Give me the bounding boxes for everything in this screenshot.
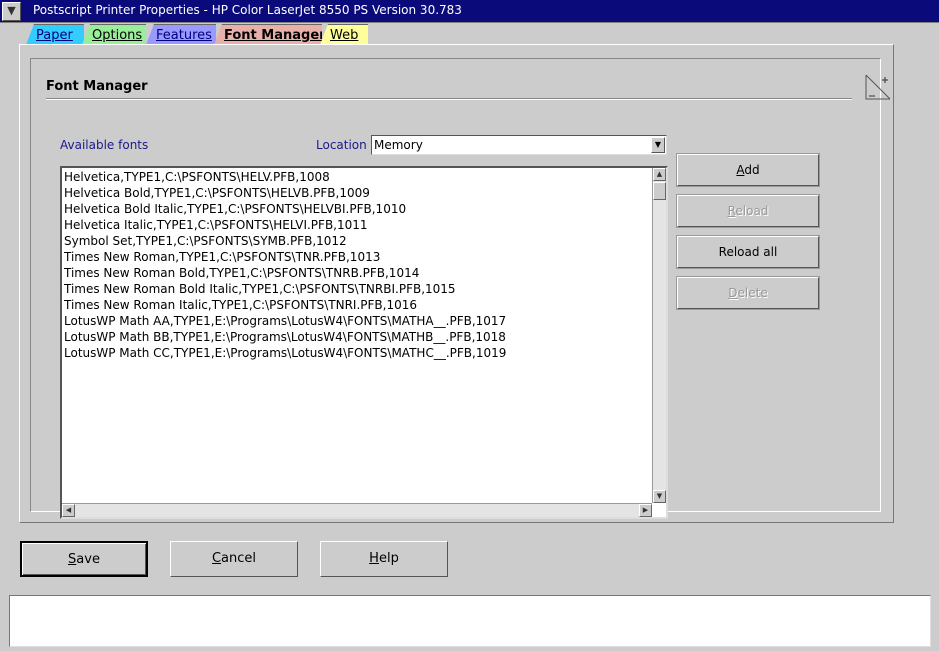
heading-divider xyxy=(46,98,852,100)
panel-heading: Font Manager xyxy=(46,79,148,94)
status-area xyxy=(9,595,931,647)
scroll-right-icon[interactable]: ▶ xyxy=(639,504,652,517)
cancel-button[interactable]: Cancel xyxy=(170,541,298,577)
page-corner-icon[interactable] xyxy=(865,74,891,100)
window-title: Postscript Printer Properties - HP Color… xyxy=(33,3,462,17)
tab-features[interactable]: Features xyxy=(146,24,216,45)
list-item[interactable]: Times New Roman Bold,TYPE1,C:\PSFONTS\TN… xyxy=(64,265,650,281)
tab-options[interactable]: Options xyxy=(82,24,146,45)
tab-web[interactable]: Web xyxy=(320,24,368,45)
save-button[interactable]: Save xyxy=(20,541,148,577)
fonts-listbox[interactable]: Helvetica,TYPE1,C:\PSFONTS\HELV.PFB,1008… xyxy=(60,166,668,519)
list-item[interactable]: Helvetica Italic,TYPE1,C:\PSFONTS\HELVI.… xyxy=(64,217,650,233)
chevron-down-icon[interactable]: ▼ xyxy=(651,137,665,153)
font-manager-panel: Font Manager Available fonts Location Me… xyxy=(30,58,891,519)
location-label: Location xyxy=(316,138,367,152)
list-item[interactable]: Symbol Set,TYPE1,C:\PSFONTS\SYMB.PFB,101… xyxy=(64,233,650,249)
list-item[interactable]: LotusWP Math AA,TYPE1,E:\Programs\LotusW… xyxy=(64,313,650,329)
list-item[interactable]: Helvetica Bold,TYPE1,C:\PSFONTS\HELVB.PF… xyxy=(64,185,650,201)
scroll-down-icon[interactable]: ▼ xyxy=(653,490,666,503)
add-button[interactable]: Add xyxy=(676,153,820,187)
tab-font-manager[interactable]: Font Manager xyxy=(214,24,322,45)
scroll-up-icon[interactable]: ▲ xyxy=(653,168,666,181)
list-item[interactable]: LotusWP Math CC,TYPE1,E:\Programs\LotusW… xyxy=(64,345,650,361)
system-menu-icon[interactable]: ▼ xyxy=(2,2,21,21)
list-item[interactable]: Helvetica,TYPE1,C:\PSFONTS\HELV.PFB,1008 xyxy=(64,169,650,185)
delete-button[interactable]: Delete xyxy=(676,276,820,310)
scroll-left-icon[interactable]: ◀ xyxy=(62,504,75,517)
tab-paper[interactable]: Paper xyxy=(26,24,84,45)
horizontal-scrollbar[interactable]: ◀ ▶ xyxy=(62,503,652,517)
list-item[interactable]: Helvetica Bold Italic,TYPE1,C:\PSFONTS\H… xyxy=(64,201,650,217)
list-item[interactable]: LotusWP Math BB,TYPE1,E:\Programs\LotusW… xyxy=(64,329,650,345)
list-item[interactable]: Times New Roman Italic,TYPE1,C:\PSFONTS\… xyxy=(64,297,650,313)
location-dropdown[interactable]: Memory ▼ xyxy=(371,135,667,155)
help-button[interactable]: Help xyxy=(320,541,448,577)
title-bar: ▼ Postscript Printer Properties - HP Col… xyxy=(0,0,939,23)
location-value: Memory xyxy=(374,138,423,152)
list-item[interactable]: Times New Roman,TYPE1,C:\PSFONTS\TNR.PFB… xyxy=(64,249,650,265)
reload-button[interactable]: Reload xyxy=(676,194,820,228)
available-fonts-label: Available fonts xyxy=(60,138,149,152)
vertical-scroll-thumb[interactable] xyxy=(653,182,666,200)
reload-all-button[interactable]: Reload all xyxy=(676,235,820,269)
list-item[interactable]: Times New Roman Bold Italic,TYPE1,C:\PSF… xyxy=(64,281,650,297)
notebook-page: Font Manager Available fonts Location Me… xyxy=(19,44,894,523)
fonts-list: Helvetica,TYPE1,C:\PSFONTS\HELV.PFB,1008… xyxy=(64,169,650,361)
vertical-scrollbar[interactable]: ▲ ▼ xyxy=(652,168,666,503)
